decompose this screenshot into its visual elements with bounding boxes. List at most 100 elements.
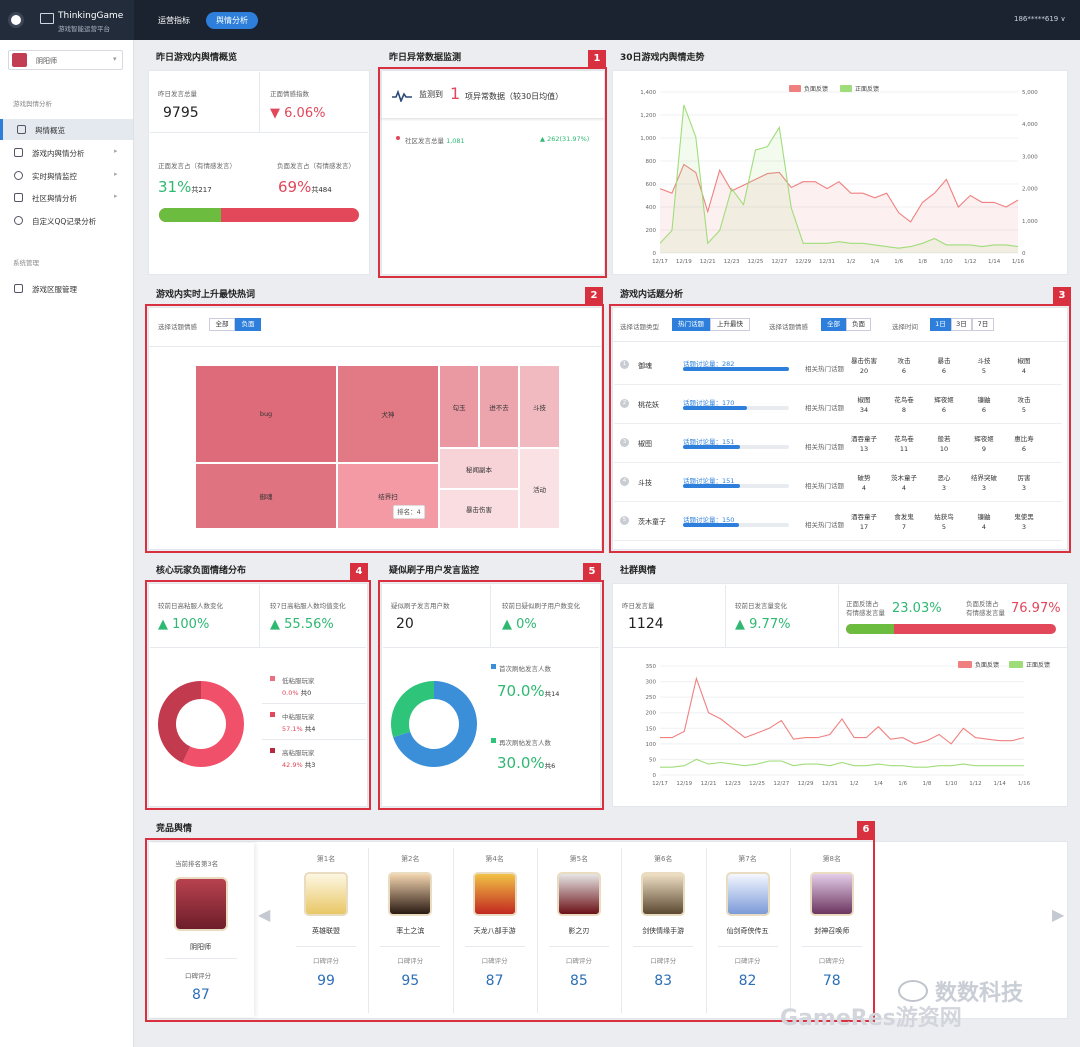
x-tick-label: 12/25	[749, 781, 765, 787]
comment-icon	[17, 125, 26, 134]
y2-tick-label: 3,000	[1022, 154, 1038, 160]
x-tick-label: 12/19	[676, 781, 692, 787]
bots-title: 疑似刷子用户发言监控	[389, 566, 480, 576]
community-neg-label: 负面反馈占 有情感发言量	[966, 600, 1005, 618]
topics-title: 游戏内话题分析	[620, 290, 684, 300]
brand-name: ThinkingGame	[58, 11, 124, 21]
x-tick-label: 1/6	[894, 259, 903, 265]
y-tick-label: 400	[646, 205, 657, 211]
sidebar-item-label: 实时舆情监控	[32, 172, 77, 181]
x-tick-label: 1/10	[945, 781, 958, 787]
sidebar-item-community[interactable]: 社区舆情分析 ▸	[0, 187, 133, 208]
x-tick-label: 1/10	[940, 259, 953, 265]
x-tick-label: 12/21	[701, 781, 717, 787]
x-tick-label: 1/12	[969, 781, 981, 787]
x-tick-label: 1/12	[964, 259, 976, 265]
legend-label: 正面反馈	[855, 85, 879, 93]
calendar-icon	[14, 193, 23, 202]
ratio-value: 6.06%	[284, 106, 326, 121]
x-tick-label: 1/2	[850, 781, 859, 787]
ratio-value-row: ▼ 6.06%	[270, 106, 325, 121]
x-tick-label: 1/16	[1018, 781, 1031, 787]
app-logo-icon[interactable]	[8, 12, 24, 28]
community-ratio-bar	[846, 624, 1056, 634]
x-tick-label: 12/23	[725, 781, 741, 787]
community-ratio-bar-positive	[846, 624, 895, 634]
y-tick-label: 0	[653, 773, 657, 779]
anomaly-title: 昨日异常数据监测	[389, 53, 462, 63]
annotation-badge: 2	[585, 287, 603, 305]
chart-icon	[14, 148, 23, 157]
annotation-badge: 6	[857, 821, 875, 839]
community-v2: 9.77%	[749, 617, 791, 632]
x-tick-label: 1/14	[988, 259, 1001, 265]
neg-label: 负面发言占（有情感发言）	[277, 162, 355, 170]
x-tick-label: 12/17	[652, 259, 668, 265]
x-tick-label: 1/4	[870, 259, 879, 265]
monitor-icon	[40, 13, 54, 24]
sidebar-item-qq[interactable]: 自定义QQ记录分析	[0, 210, 133, 231]
annotation-box	[145, 304, 604, 553]
x-tick-label: 1/8	[918, 259, 927, 265]
community-v2-row: ▲ 9.77%	[735, 617, 790, 632]
divider	[725, 585, 726, 647]
legend-label: 负面反馈	[804, 85, 828, 93]
x-tick-label: 12/31	[819, 259, 835, 265]
legend-label: 负面反馈	[975, 661, 999, 669]
annotation-badge: 3	[1053, 287, 1071, 305]
chevron-right-icon: ▸	[114, 170, 118, 178]
user-menu[interactable]: 186*****619 ∨	[1014, 15, 1066, 23]
carousel-next-icon[interactable]: ▶	[1052, 905, 1064, 924]
community-pos-label: 正面反馈占 有情感发言量	[846, 600, 885, 618]
x-tick-label: 12/19	[676, 259, 692, 265]
sidebar-item-ingame[interactable]: 游戏内舆情分析 ▸	[0, 142, 133, 163]
y-tick-label: 600	[646, 182, 657, 188]
x-tick-label: 12/23	[724, 259, 740, 265]
sidebar-item-realtime[interactable]: 实时舆情监控 ▸	[0, 165, 133, 186]
community-title: 社群舆情	[620, 566, 657, 576]
y-tick-label: 100	[646, 742, 657, 748]
y2-tick-label: 0	[1022, 251, 1026, 257]
game-avatar	[12, 53, 27, 67]
wechat-icon	[898, 980, 928, 1002]
community-l1: 昨日发言量	[622, 602, 655, 610]
sidebar-item-label: 自定义QQ记录分析	[32, 217, 97, 226]
sidebar-item-overview[interactable]: 舆情概览	[0, 119, 133, 140]
divider	[259, 72, 260, 132]
sidebar-item-servers[interactable]: 游戏区服管理	[0, 278, 133, 299]
y-tick-label: 50	[649, 757, 656, 763]
divider	[838, 585, 839, 647]
competitors-title: 竞品舆情	[156, 824, 193, 834]
legend-swatch	[840, 85, 852, 92]
annotation-badge: 5	[583, 563, 601, 581]
sentiment-ratio-bar	[159, 208, 359, 222]
pos-pct: 31%	[158, 178, 192, 196]
y-tick-label: 1,200	[640, 113, 656, 119]
trend-title: 30日游戏内舆情走势	[620, 53, 705, 63]
up-arrow-icon: ▲	[735, 617, 750, 632]
sentiment-ratio-bar-positive	[159, 208, 221, 222]
qq-icon	[14, 216, 23, 225]
overview-title: 昨日游戏内舆情概览	[156, 53, 238, 63]
y2-tick-label: 1,000	[1022, 219, 1038, 225]
tab-sentiment-analysis[interactable]: 舆情分析	[206, 12, 258, 29]
community-neg-label-1: 负面反馈占	[966, 600, 999, 608]
sidebar-section-system: 系统管理	[13, 259, 39, 267]
y-tick-label: 300	[646, 680, 657, 686]
community-pos-value: 23.03%	[892, 601, 942, 616]
game-select-value: 阴阳师	[36, 57, 57, 65]
y-tick-label: 200	[646, 711, 657, 717]
community-pos-label-1: 正面反馈占	[846, 600, 879, 608]
community-chart: 0 50 100 150 200 250 300 350 12/17 12/19 12/21 12/2…	[646, 661, 1050, 787]
x-tick-label: 1/14	[994, 781, 1007, 787]
tab-ops-metrics[interactable]: 运营指标	[148, 12, 200, 29]
x-tick-label: 1/2	[847, 259, 856, 265]
community-v1: 1124	[628, 616, 664, 632]
y-tick-label: 1,400	[640, 90, 656, 96]
series-line	[660, 758, 1024, 768]
pos-count: 共217	[191, 186, 212, 194]
annotation-badge: 4	[350, 563, 368, 581]
x-tick-label: 12/21	[700, 259, 716, 265]
chevron-right-icon: ▸	[114, 192, 118, 200]
trend-chart: 0 200 400 600 800 1,000 1,200 1,400 0 1,000 2,000 3…	[640, 85, 1038, 265]
